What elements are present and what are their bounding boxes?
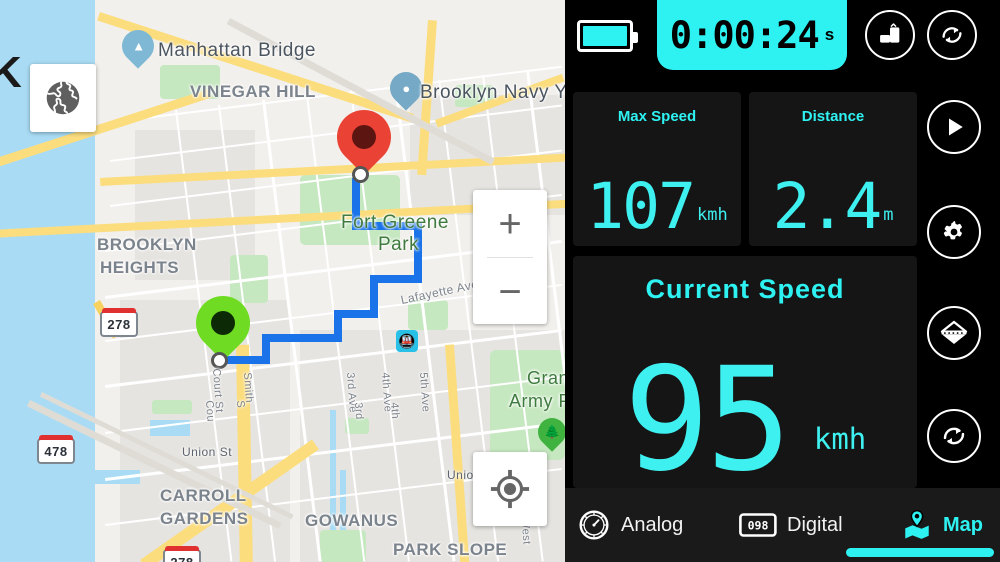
gear-icon (943, 221, 962, 240)
street-label: 3rd (352, 402, 366, 421)
highway-shield: 278 (163, 546, 201, 562)
current-speed-value: 95 (623, 335, 792, 503)
water-body (0, 500, 110, 562)
current-speed-title: Current Speed (645, 274, 845, 304)
neighborhood-label: HEIGHTS (100, 258, 180, 277)
speedometer-dashboard: 0:00:24 s Max Speed 107 kmh Distance 2.4… (565, 0, 1000, 562)
nav-label-digital: Digital (787, 513, 843, 536)
card-title: Distance (801, 108, 865, 125)
nav-item-map[interactable]: Map (901, 509, 983, 541)
park-area (152, 400, 192, 414)
my-location-icon (490, 469, 530, 509)
park-label: Gran (527, 368, 565, 388)
zoom-controls[interactable]: + − (473, 190, 547, 324)
globe-icon (46, 81, 80, 115)
destination-anchor (352, 166, 369, 183)
battery-icon (577, 20, 638, 52)
park-label: Park (378, 234, 420, 255)
transit-station-icon[interactable]: 🚇 (396, 330, 418, 352)
route-segment (224, 356, 270, 364)
home-indicator (846, 548, 994, 557)
distance-card[interactable]: Distance 2.4 m (749, 92, 917, 246)
nav-label-analog: Analog (621, 513, 684, 536)
map-corner-label: K (0, 48, 22, 97)
poi-label-brooklyn-navy-yard: Brooklyn Navy Yard (420, 82, 565, 103)
route-segment (262, 334, 342, 342)
highway-shield: 478 (37, 435, 75, 464)
current-speed-unit: kmh (813, 422, 867, 456)
top-bar: 0:00:24 s (565, 0, 1000, 84)
map-view[interactable]: ▲ Manhattan Bridge ● Brooklyn Navy Yard … (0, 0, 565, 562)
play-icon (949, 118, 963, 136)
park-label: Army P (509, 391, 565, 411)
svg-text:098: 098 (748, 519, 769, 533)
street-label: Cou (203, 400, 217, 423)
digital-display-icon: 098 (739, 513, 777, 537)
max-speed-value: 107 (586, 169, 696, 243)
map-pin-icon (905, 509, 929, 539)
expand-collapse-icon (940, 320, 968, 345)
nav-item-digital[interactable]: 098 Digital (739, 511, 843, 539)
start-anchor (211, 352, 228, 369)
zoom-out-button[interactable]: − (473, 258, 547, 325)
my-location-button[interactable] (473, 452, 547, 526)
app-root: ▲ Manhattan Bridge ● Brooklyn Navy Yard … (0, 0, 1000, 562)
current-speed-card[interactable]: Current Speed 95 kmh (573, 256, 917, 503)
settings-button[interactable] (927, 205, 981, 259)
neighborhood-label: GARDENS (160, 509, 249, 528)
reset-button[interactable] (927, 409, 981, 463)
neighborhood-label: PARK SLOPE (393, 540, 508, 559)
neighborhood-label: BROOKLYN (97, 235, 197, 254)
timer-value: 0:00:24 (669, 13, 820, 57)
highway-shield: 278 (100, 308, 138, 337)
screen-rotate-button[interactable] (865, 10, 915, 60)
battery-level-fill (583, 26, 627, 46)
nav-label-map: Map (943, 513, 983, 536)
poi-label-manhattan-bridge: Manhattan Bridge (158, 40, 316, 61)
neighborhood-label: GOWANUS (305, 511, 399, 530)
street-label: 4th (388, 402, 402, 420)
timer-unit: s (824, 25, 835, 44)
distance-value: 2.4 (772, 169, 882, 243)
globe-button[interactable] (30, 64, 96, 132)
street-label: Union St (182, 445, 233, 459)
park-label: Fort Greene (341, 212, 449, 233)
sync-button[interactable] (927, 10, 977, 60)
card-title: Max Speed (617, 108, 697, 125)
stats-cards: Max Speed 107 kmh Distance 2.4 m (573, 92, 917, 246)
street-label: S (234, 400, 247, 409)
start-button[interactable] (927, 100, 981, 154)
reset-refresh-icon (943, 427, 965, 445)
distance-unit: m (883, 205, 894, 225)
max-speed-unit: kmh (697, 205, 728, 225)
neighborhood-label: CARROLL (160, 486, 247, 505)
expand-collapse-button[interactable] (927, 306, 981, 360)
street-label: Smith (241, 372, 256, 404)
max-speed-card[interactable]: Max Speed 107 kmh (573, 92, 741, 246)
zoom-in-button[interactable]: + (473, 190, 547, 257)
screen-rotate-icon (880, 23, 900, 43)
sync-icon (942, 27, 962, 43)
session-timer[interactable]: 0:00:24 s (657, 0, 847, 70)
nav-item-analog[interactable]: Analog (577, 508, 683, 542)
neighborhood-label: VINEGAR HILL (190, 82, 316, 101)
analog-gauge-icon (579, 510, 609, 540)
